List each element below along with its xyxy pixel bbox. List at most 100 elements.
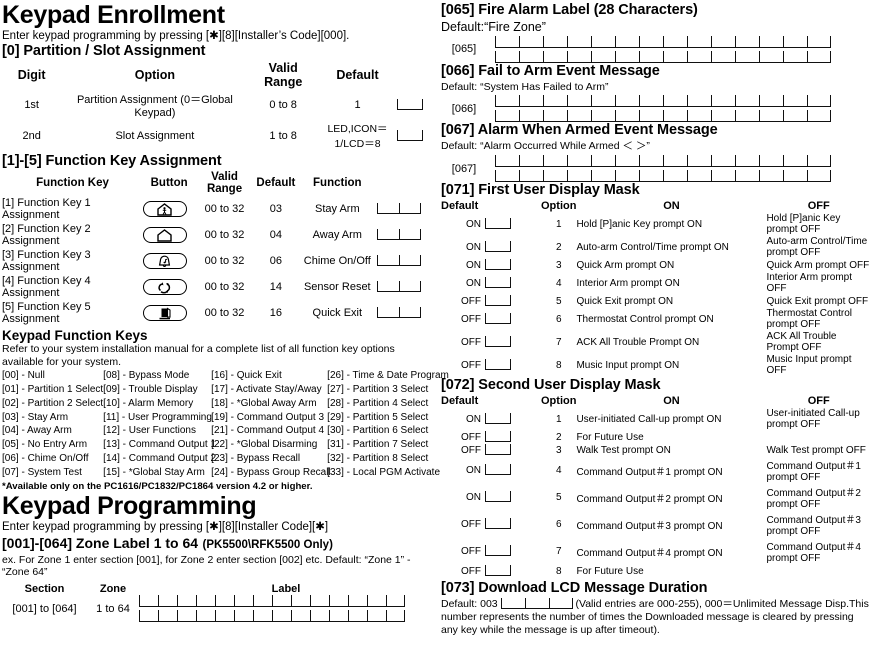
label-row[interactable]	[139, 595, 433, 608]
cell-button	[142, 300, 195, 326]
col-fill	[397, 61, 433, 90]
label-row[interactable]	[495, 35, 831, 48]
fillin-box[interactable]	[485, 491, 511, 503]
fillin-box[interactable]	[485, 565, 511, 577]
col-default: Default	[441, 199, 479, 212]
cell-fillin[interactable]	[376, 248, 433, 274]
cell-fillin[interactable]	[485, 331, 541, 354]
fillin-box[interactable]	[376, 307, 421, 319]
fillin-box[interactable]	[485, 359, 511, 371]
cell-fillin[interactable]	[485, 511, 541, 538]
section-066-fail-to-arm: [066] Fail to Arm Event Message	[441, 62, 660, 79]
cell-range: 0 to 8	[269, 99, 297, 112]
label-row[interactable]	[495, 155, 831, 167]
cell-fillin[interactable]	[485, 431, 541, 444]
cell-off: Command Output＃1 prompt OFF	[766, 461, 861, 484]
table-row: [001] to [064] 1 to 64	[2, 595, 433, 623]
cell-default: ON	[466, 241, 481, 253]
fillin-box[interactable]	[485, 259, 511, 271]
fillin-box[interactable]	[485, 336, 511, 348]
fillin-box[interactable]	[485, 277, 511, 289]
col-section: Section	[24, 583, 65, 596]
away-arm-glyph	[157, 228, 173, 242]
fillin-box[interactable]	[485, 413, 511, 425]
s066-label-grid[interactable]	[495, 95, 831, 123]
cell-fillin[interactable]	[485, 295, 541, 308]
label-row[interactable]	[495, 110, 831, 123]
fillin-box[interactable]	[397, 130, 424, 142]
fillin-box[interactable]	[376, 229, 421, 241]
label-row[interactable]	[495, 170, 831, 182]
label-row[interactable]	[495, 95, 831, 108]
cell-option: Slot Assignment	[115, 130, 195, 143]
cell-fillin[interactable]	[485, 259, 541, 272]
section-073-download-lcd-message-duration: [073] Download LCD Message Duration	[441, 579, 708, 596]
s065-label-grid[interactable]	[495, 35, 831, 63]
cell-on: Interior Arm prompt ON	[576, 277, 680, 289]
cell-fillin[interactable]	[485, 354, 541, 377]
cell-default: 04	[269, 229, 282, 242]
cell-fillin[interactable]	[485, 444, 541, 457]
cell-on: Command Output＃2 prompt ON	[576, 493, 723, 505]
sensor-reset-icon[interactable]	[142, 279, 187, 296]
cell-range: 1 to 8	[269, 130, 297, 143]
table-row: OFF 6 Thermostat Control prompt ON Therm…	[441, 308, 871, 331]
section-function-key-assignment: [1]-[5] Function Key Assignment	[2, 153, 222, 170]
col-fill	[377, 171, 433, 196]
fillin-box[interactable]	[485, 313, 511, 325]
cell-fillin[interactable]	[485, 408, 541, 431]
cell-fillin[interactable]	[485, 538, 541, 565]
cell-fillin[interactable]	[485, 565, 541, 578]
quick-exit-icon[interactable]	[142, 305, 187, 322]
cell-fillin[interactable]	[397, 90, 433, 120]
label-row[interactable]	[495, 50, 831, 63]
cell-on: Hold [P]anic Key prompt ON	[576, 218, 703, 230]
chime-bell-glyph	[159, 255, 171, 267]
cell-zone: 1 to 64	[96, 602, 130, 615]
fillin-box[interactable]	[376, 281, 421, 293]
section-067-alarm-when-armed: [067] Alarm When Armed Event Message	[441, 122, 718, 139]
s073-fillin-box[interactable]	[500, 597, 573, 609]
cell-fillin[interactable]	[397, 120, 433, 152]
fillin-box[interactable]	[376, 203, 421, 215]
fillin-box[interactable]	[485, 218, 511, 230]
table-header-row: Function Key Button Valid Range Default …	[2, 171, 433, 196]
fillin-box[interactable]	[485, 545, 511, 557]
list-item: [15] - *Global Stay Arm	[103, 466, 205, 478]
cell-range: 00 to 32	[204, 281, 245, 294]
stay-arm-icon[interactable]	[142, 201, 187, 218]
cell-fillin[interactable]	[485, 484, 541, 511]
table-row: [4] Function Key 4 Assignment 00 to 32 1…	[2, 274, 433, 300]
zone-label-table: Section Zone Label [001] to [064] 1 to 6…	[2, 583, 433, 623]
table-row: 2nd Slot Assignment 1 to 8 LED,ICON＝1/LC…	[2, 120, 433, 152]
cell-fillin[interactable]	[485, 308, 541, 331]
list-item: [28] - Partition 4 Select	[327, 397, 429, 409]
cell-label-grid[interactable]	[139, 595, 433, 623]
label-row[interactable]	[139, 610, 433, 623]
cell-fillin[interactable]	[376, 274, 433, 300]
fillin-box[interactable]	[485, 518, 511, 530]
s067-label-grid[interactable]	[495, 155, 831, 182]
fillin-box[interactable]	[485, 295, 511, 307]
cell-fillin[interactable]	[485, 213, 541, 236]
cell-fillin[interactable]	[376, 300, 433, 326]
fillin-box[interactable]	[485, 464, 511, 476]
cell-function: Chime On/Off	[303, 255, 371, 268]
cell-on: Thermostat Control prompt ON	[576, 313, 714, 325]
fillin-box[interactable]	[485, 241, 511, 253]
fillin-box[interactable]	[485, 431, 511, 443]
fillin-box[interactable]	[485, 444, 511, 456]
cell-default: 16	[269, 307, 282, 320]
fillin-box[interactable]	[376, 255, 421, 267]
zone-label-grid[interactable]	[139, 595, 433, 623]
cell-fillin[interactable]	[485, 272, 541, 295]
cell-fillin[interactable]	[485, 236, 541, 259]
cell-off: Command Output＃4 prompt OFF	[766, 542, 861, 565]
away-arm-icon[interactable]	[142, 227, 187, 244]
cell-fillin[interactable]	[376, 196, 433, 222]
function-key-column-3: [26] - Time & Date Program [27] - Partit…	[327, 369, 449, 479]
fillin-box[interactable]	[397, 99, 424, 111]
cell-fillin[interactable]	[485, 457, 541, 484]
cell-fillin[interactable]	[376, 222, 433, 248]
chime-icon[interactable]	[142, 253, 187, 270]
